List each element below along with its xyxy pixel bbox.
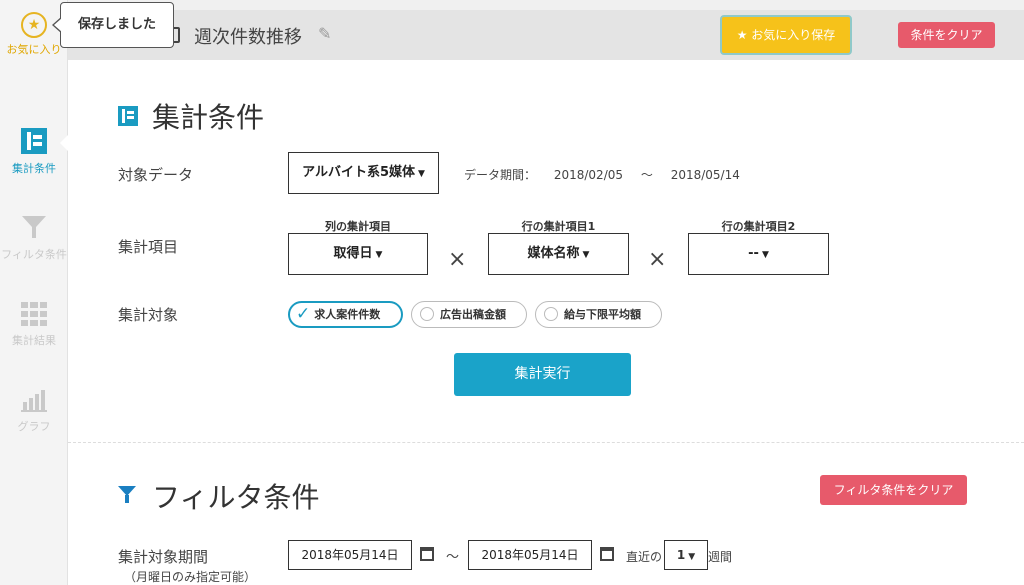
clear-filters-button[interactable]: フィルタ条件をクリア	[820, 475, 967, 505]
chevron-down-icon: ▼	[582, 250, 590, 260]
recent-weeks-select[interactable]: 1 ▼	[664, 540, 708, 570]
target-option-job-count[interactable]: ✓ 求人案件件数	[288, 301, 403, 328]
data-period: データ期間： 2018/02/05 ～ 2018/05/14	[464, 166, 740, 183]
sidebar: ★ お気に入り 集計条件 フィルタ条件 集計結果 グラフ	[0, 0, 69, 585]
clear-conditions-button[interactable]: 条件をクリア	[898, 22, 995, 48]
sidebar-favorites-label: お気に入り	[6, 43, 62, 56]
data-period-start: 2018/02/05	[553, 168, 624, 182]
aggregation-conditions-icon	[118, 106, 138, 126]
header-bar: 週次件数推移 ✎ ★ お気に入り保存 条件をクリア	[68, 10, 1024, 60]
sidebar-item-aggregation-results[interactable]: 集計結果	[0, 302, 68, 348]
period-label: 集計対象期間	[118, 548, 209, 566]
chevron-down-icon: ▼	[761, 250, 769, 260]
data-period-end: 2018/05/14	[670, 168, 740, 182]
target-option-min-salary-avg[interactable]: 給与下限平均額	[535, 301, 662, 328]
filter-icon	[118, 486, 136, 503]
target-option-ad-spend[interactable]: 広告出稿金額	[411, 301, 527, 328]
radio-icon	[420, 307, 434, 321]
calendar-icon[interactable]	[600, 547, 614, 561]
calendar-icon[interactable]	[420, 547, 434, 561]
row1-item-select[interactable]: 媒体名称 ▼	[488, 233, 629, 275]
period-note: （月曜日のみ指定可能）	[124, 570, 257, 584]
sidebar-item-label: グラフ	[17, 420, 51, 433]
chevron-down-icon: ▼	[688, 552, 696, 562]
target-option-label: 求人案件件数	[314, 308, 381, 321]
pencil-icon[interactable]: ✎	[318, 24, 331, 43]
end-date-input[interactable]: 2018年05月14日	[468, 540, 592, 570]
row1-item-value: 媒体名称	[527, 246, 580, 261]
row2-item-value: --	[748, 246, 759, 261]
saved-toast: 保存しました	[52, 2, 174, 48]
run-aggregation-button[interactable]: 集計実行	[454, 353, 631, 396]
grid-icon	[21, 302, 47, 326]
recent-suffix: 週間	[708, 550, 733, 564]
filter-icon	[22, 216, 46, 238]
bar-chart-icon	[21, 390, 47, 412]
chevron-down-icon: ▼	[418, 169, 425, 179]
multiply-icon: ×	[648, 247, 667, 272]
section-divider	[68, 442, 1024, 443]
sidebar-item-label: 集計結果	[12, 334, 56, 347]
section-title-conditions: 集計条件	[152, 101, 265, 134]
row2-item-caption: 行の集計項目2	[721, 220, 796, 233]
aggregation-conditions-icon	[21, 128, 47, 154]
sidebar-item-aggregation-conditions[interactable]: 集計条件	[0, 128, 68, 176]
target-data-label: 対象データ	[118, 166, 194, 184]
recent-weeks-value: 1	[676, 548, 686, 562]
report-title: 週次件数推移	[194, 27, 302, 48]
sidebar-item-filter-conditions[interactable]: フィルタ条件	[0, 214, 68, 262]
data-period-label: データ期間：	[464, 168, 537, 182]
column-item-caption: 列の集計項目	[325, 220, 391, 233]
target-option-label: 広告出稿金額	[440, 308, 506, 321]
aggregation-target-label: 集計対象	[118, 306, 179, 324]
radio-icon	[544, 307, 558, 321]
data-period-separator: ～	[640, 168, 653, 182]
multiply-icon: ×	[448, 247, 467, 272]
date-range-separator: ～	[446, 550, 460, 565]
sidebar-item-label: 集計条件	[12, 162, 56, 175]
section-title-filters: フィルタ条件	[152, 481, 320, 514]
start-date-input[interactable]: 2018年05月14日	[288, 540, 412, 570]
sidebar-item-label: フィルタ条件	[1, 248, 67, 261]
row1-item-caption: 行の集計項目1	[521, 220, 596, 233]
column-item-select[interactable]: 取得日 ▼	[288, 233, 428, 275]
target-data-select[interactable]: アルバイト系5媒体 ▼	[288, 152, 439, 194]
column-item-value: 取得日	[333, 246, 373, 261]
aggregation-items-label: 集計項目	[118, 238, 179, 256]
target-option-label: 給与下限平均額	[564, 308, 641, 321]
sidebar-item-graph[interactable]: グラフ	[0, 390, 68, 434]
chevron-down-icon: ▼	[375, 250, 383, 260]
checkmark-icon: ✓	[296, 304, 311, 324]
target-data-value: アルバイト系5媒体	[302, 165, 415, 180]
recent-prefix: 直近の	[626, 550, 663, 564]
row2-item-select[interactable]: -- ▼	[688, 233, 829, 275]
star-icon: ★	[21, 12, 47, 38]
main-panel: 集計条件 対象データ アルバイト系5媒体 ▼ データ期間： 2018/02/05 …	[68, 60, 1024, 585]
favorite-save-button[interactable]: ★ お気に入り保存	[720, 15, 852, 55]
